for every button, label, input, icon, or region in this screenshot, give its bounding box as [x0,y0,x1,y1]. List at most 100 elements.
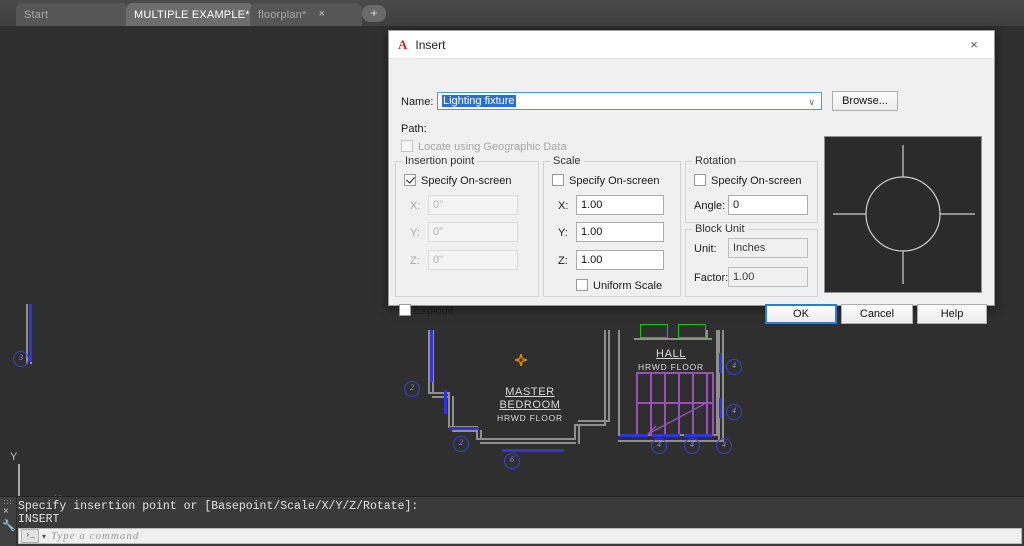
stair-line [636,372,712,374]
command-history-line: Specify insertion point or [Basepoint/Sc… [18,500,1024,513]
explode-label: Explode [414,305,454,317]
wall-segment [448,392,450,428]
scale-x-field[interactable]: 1.00 [576,195,664,215]
scale-x-label: X: [558,200,568,212]
ucs-y-axis [18,464,20,496]
tab-label: Start [24,9,48,21]
command-input[interactable]: ›_ ▾ Type a command [18,528,1022,544]
insertion-y-field[interactable]: 0" [428,222,518,242]
room-label-bedroom: BEDROOM [480,399,580,411]
scale-y-field[interactable]: 1.00 [576,222,664,242]
rotation-group: Rotation Specify On-screen Angle: 0 [685,161,818,223]
ucs-y-label: Y [10,451,17,463]
dimension-marker [502,449,564,452]
dimension-bubble: 3 [13,351,29,367]
close-icon[interactable]: × [954,31,994,58]
dimension-marker [620,434,648,437]
drawing-tab-bar: Start MULTIPLE EXAMPLE* × floorplan* × + [0,0,1024,27]
rotation-angle-label: Angle: [694,200,725,212]
insertion-specify-onscreen-label: Specify On-screen [421,175,511,187]
block-unit-value: Inches [728,238,808,258]
room-label-master: MASTER [480,386,580,398]
insertion-x-label: X: [410,200,420,212]
dimension-marker [719,353,722,373]
uniform-scale-label: Uniform Scale [593,280,662,292]
explode-checkbox[interactable] [399,304,411,316]
wall-segment [722,330,724,440]
tab-label: floorplan* [258,9,306,21]
close-icon[interactable]: × [316,9,327,20]
group-title: Insertion point [402,155,477,167]
dimension-bubble: 4 [716,438,732,454]
wall-segment [718,330,720,440]
insertion-specify-onscreen-checkbox[interactable] [404,174,416,186]
block-factor-label: Factor: [694,272,728,284]
scale-z-field[interactable]: 1.00 [576,250,664,270]
lighting-fixture-symbol-icon [825,137,981,292]
ok-button[interactable]: OK [765,304,837,324]
room-sublabel-master: HRWD FLOOR [480,413,580,423]
wall-segment [574,424,606,426]
command-history: Specify insertion point or [Basepoint/Sc… [18,498,1024,524]
dimension-marker [444,390,447,414]
wall-segment [608,330,610,422]
wall-segment [578,424,580,444]
insertion-point-group: Insertion point Specify On-screen X: 0" … [395,161,539,297]
group-title: Rotation [692,155,739,167]
uniform-scale-checkbox[interactable] [576,279,588,291]
tab-start[interactable]: Start [16,3,128,26]
autocad-window: Start MULTIPLE EXAMPLE* × floorplan* × + [0,0,1024,546]
scale-z-label: Z: [558,255,568,267]
rotation-specify-onscreen-checkbox[interactable] [694,174,706,186]
dimension-marker [684,434,712,437]
tab-floorplan[interactable]: floorplan* × [250,3,362,26]
insert-dialog: A Insert × Name: Lighting fixture ∨ Brow… [388,30,995,306]
dialog-body: Name: Lighting fixture ∨ Browse... Path:… [389,59,994,305]
browse-button[interactable]: Browse... [832,91,898,111]
dimension-bubble: 4 [651,438,667,454]
insertion-z-label: Z: [410,255,420,267]
dimension-bubble: 4 [726,404,742,420]
stair-line [712,372,714,436]
dimension-marker [719,398,722,418]
dialog-title-bar[interactable]: A Insert × [389,31,994,59]
dimension-bubble: 2 [404,381,420,397]
block-preview [824,136,982,293]
block-name-combobox[interactable]: Lighting fixture ∨ [437,92,822,110]
command-gutter: × 🔧 [0,497,17,546]
close-icon[interactable]: × [3,507,9,517]
drag-handle-icon[interactable] [3,499,13,505]
dialog-title: Insert [415,38,445,52]
dimension-bubble: 4 [726,359,742,375]
tab-multiple-example[interactable]: MULTIPLE EXAMPLE* × [126,3,254,26]
name-label: Name: [401,96,433,108]
wall-segment [604,330,606,426]
insertion-x-field[interactable]: 0" [428,195,518,215]
scale-specify-onscreen-checkbox[interactable] [552,174,564,186]
new-tab-button[interactable]: + [362,5,386,22]
wall-segment [452,396,454,428]
help-button[interactable]: Help [917,304,987,324]
scale-y-label: Y: [558,227,568,239]
cancel-button[interactable]: Cancel [841,304,913,324]
rotation-specify-onscreen-label: Specify On-screen [711,175,801,187]
dimension-bubble: 2 [453,436,469,452]
chevron-down-icon[interactable]: ▾ [42,532,46,541]
insertion-snap-marker [515,354,527,366]
geographic-data-checkbox[interactable] [401,140,413,152]
wrench-icon[interactable]: 🔧 [2,521,16,532]
wall-segment [618,330,620,436]
rotation-angle-field[interactable]: 0 [728,195,808,215]
window-symbol [640,324,668,338]
wall-segment [480,442,576,444]
autocad-logo-icon: A [398,37,407,53]
scale-specify-onscreen-label: Specify On-screen [569,175,659,187]
group-title: Block Unit [692,223,748,235]
dimension-marker [449,427,479,430]
insertion-y-label: Y: [410,227,420,239]
wall-segment [452,430,478,432]
wall-segment [634,338,712,340]
chevron-down-icon[interactable]: ∨ [808,97,815,108]
insertion-z-field[interactable]: 0" [428,250,518,270]
scale-group: Scale Specify On-screen X: 1.00 Y: 1.00 … [543,161,681,297]
